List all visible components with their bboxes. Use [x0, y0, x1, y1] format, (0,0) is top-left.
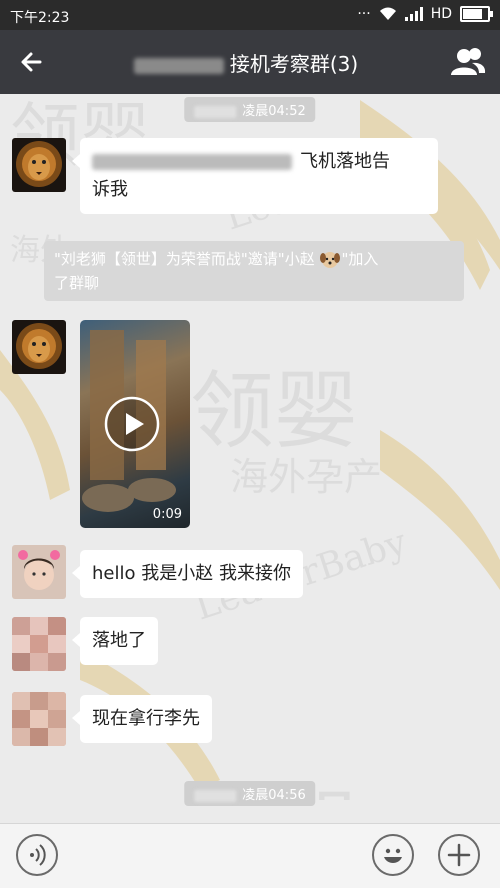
lion-avatar-image: [12, 320, 66, 374]
lion-avatar-image: [12, 138, 66, 192]
system-message-text: "刘老狮【领世】为荣誉而战"邀请"小赵: [54, 250, 315, 268]
chat-header: 接机考察群(3): [0, 30, 500, 94]
message-text: 诉我: [92, 179, 128, 200]
video-message[interactable]: 0:09: [80, 320, 190, 528]
message-text: hello 我是小赵 我来接你: [92, 563, 291, 584]
video-duration: 0:09: [152, 507, 182, 522]
system-message-text: "加入: [341, 250, 379, 268]
status-icons: ··· HD: [357, 6, 493, 22]
more-button[interactable]: [438, 834, 480, 876]
dog-emoji-icon: [320, 251, 341, 268]
avatar-pixelated[interactable]: [12, 692, 66, 746]
signal-icon: [404, 7, 423, 21]
message-text: 现在拿行李先: [92, 708, 200, 729]
redacted-name: [133, 57, 224, 74]
dots-icon: ···: [357, 6, 371, 22]
avatar-pixelated[interactable]: [12, 617, 66, 671]
wifi-icon: [379, 7, 396, 20]
voice-icon: [30, 844, 46, 866]
network-type-label: HD: [430, 6, 452, 22]
timestamp-text: 凌晨04:52: [242, 104, 306, 119]
system-message-text: 了群聊: [54, 274, 100, 292]
emoji-icon: [384, 848, 402, 863]
svg-text:海外孕产: 海外孕产: [230, 455, 382, 499]
avatar-lion[interactable]: [12, 138, 66, 192]
pixelated-avatar-image: [12, 692, 66, 746]
timestamp-1: 凌晨04:52: [184, 97, 316, 122]
battery-fill: [463, 9, 482, 19]
emoji-button[interactable]: [372, 834, 414, 876]
back-arrow-icon[interactable]: [16, 46, 48, 78]
input-bar: [0, 823, 500, 888]
chat-title-text: 接机考察群(3): [229, 52, 359, 76]
message-bubble[interactable]: 落地了: [72, 617, 158, 665]
plus-icon: [447, 843, 471, 867]
timestamp-text: 凌晨04:56: [242, 788, 306, 803]
user-avatar-image: [12, 545, 66, 599]
message-bubble[interactable]: 现在拿行李先: [72, 695, 212, 743]
message-text: 落地了: [92, 630, 146, 651]
system-message: "刘老狮【领世】为荣誉而战"邀请"小赵 "加入 了群聊: [44, 241, 464, 301]
status-bar: 下午2:23 ··· HD: [0, 0, 500, 30]
message-text: 飞机落地告: [300, 151, 390, 172]
pixelated-avatar-image: [12, 617, 66, 671]
avatar-lion[interactable]: [12, 320, 66, 374]
avatar-user[interactable]: [12, 545, 66, 599]
chat-title: 接机考察群(3): [82, 48, 410, 77]
voice-input-button[interactable]: [16, 834, 58, 876]
group-members-icon[interactable]: [450, 45, 486, 79]
status-time: 下午2:23: [10, 10, 70, 26]
play-icon[interactable]: [104, 396, 160, 452]
svg-text:领婴: 领婴: [190, 362, 358, 460]
redacted-date: [194, 105, 237, 118]
redacted-date: [194, 789, 237, 802]
timestamp-2: 凌晨04:56: [184, 781, 316, 806]
redacted-mention: [92, 154, 292, 170]
message-bubble[interactable]: 飞机落地告 诉我: [72, 138, 438, 214]
message-bubble[interactable]: hello 我是小赵 我来接你: [72, 550, 303, 598]
battery-icon: [460, 6, 493, 22]
